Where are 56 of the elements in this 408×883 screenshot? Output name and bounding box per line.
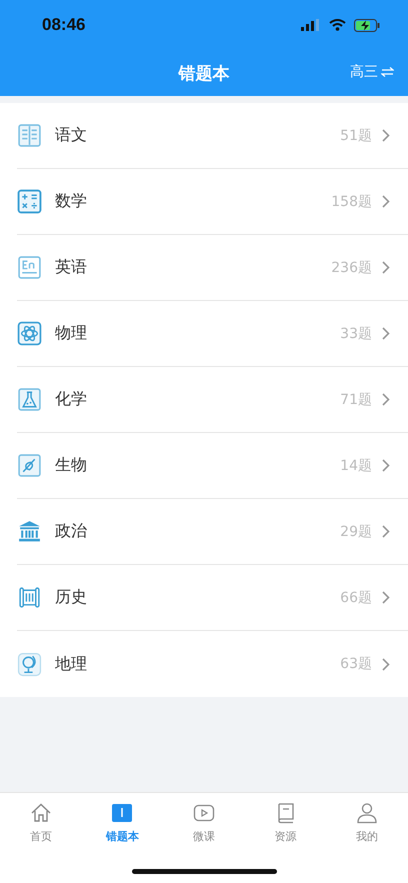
- page-title: 错题本: [178, 62, 230, 84]
- subject-name: 数学: [55, 191, 88, 212]
- chevron-icon: [382, 195, 390, 208]
- subject-row[interactable]: 英语 236题: [17, 235, 408, 301]
- subject-row[interactable]: 化学 71题: [17, 367, 408, 433]
- question-count: 66题: [340, 588, 372, 606]
- question-count: 63题: [340, 655, 372, 673]
- question-count: 71题: [340, 390, 372, 408]
- subject-name: 物理: [55, 323, 88, 344]
- subject-row[interactable]: 物理 33题: [17, 301, 408, 367]
- question-count: 51题: [340, 126, 372, 144]
- question-count: 158题: [331, 192, 372, 210]
- atom-icon: [17, 321, 42, 346]
- question-count: 14题: [340, 456, 372, 474]
- swap-icon: [381, 67, 394, 77]
- subject-name: 语文: [55, 125, 88, 146]
- question-count: 33题: [340, 324, 372, 342]
- subject-row[interactable]: 数学 158题: [17, 169, 408, 235]
- wifi-icon: [329, 19, 346, 31]
- battery-icon: [354, 18, 380, 32]
- chevron-icon: [382, 591, 390, 604]
- chevron-icon: [382, 525, 390, 538]
- tab-label[interactable]: 资源: [274, 829, 297, 844]
- tab-label[interactable]: 微课: [192, 829, 215, 844]
- chevron-icon: [382, 658, 390, 670]
- status-time: 08:46: [42, 15, 86, 35]
- question-count: 29题: [340, 522, 372, 540]
- subject-row[interactable]: 政治 29题: [17, 499, 408, 565]
- subject-name: 政治: [55, 521, 88, 542]
- subject-row[interactable]: 生物 14题: [17, 433, 408, 499]
- book-icon: [17, 123, 42, 148]
- chevron-icon: [382, 393, 390, 406]
- subject-name: 历史: [55, 587, 88, 608]
- subject-row[interactable]: 地理 63题: [17, 631, 408, 697]
- signal-icon: [301, 19, 321, 31]
- book-icon: [110, 801, 134, 825]
- tab-label[interactable]: 首页: [30, 829, 52, 844]
- scroll-icon: [17, 585, 42, 610]
- subject-name: 化学: [55, 389, 88, 410]
- english-icon: [17, 255, 42, 280]
- chevron-icon: [382, 261, 390, 274]
- flask-icon: [17, 387, 42, 412]
- subject-name: 生物: [55, 455, 88, 476]
- question-count: 236题: [331, 258, 372, 276]
- globe-icon: [17, 652, 42, 676]
- subject-row[interactable]: 语文 51题: [17, 103, 408, 169]
- math-symbols-icon: [17, 189, 42, 214]
- chevron-icon: [382, 327, 390, 340]
- tab-label[interactable]: 我的: [356, 829, 378, 844]
- subject-name: 英语: [55, 257, 88, 278]
- subject-name: 地理: [55, 654, 88, 674]
- chevron-icon: [382, 129, 390, 142]
- building-icon: [17, 519, 42, 544]
- subject-row[interactable]: 历史 66题: [17, 565, 408, 631]
- person-icon: [355, 801, 380, 825]
- chevron-icon: [382, 459, 390, 472]
